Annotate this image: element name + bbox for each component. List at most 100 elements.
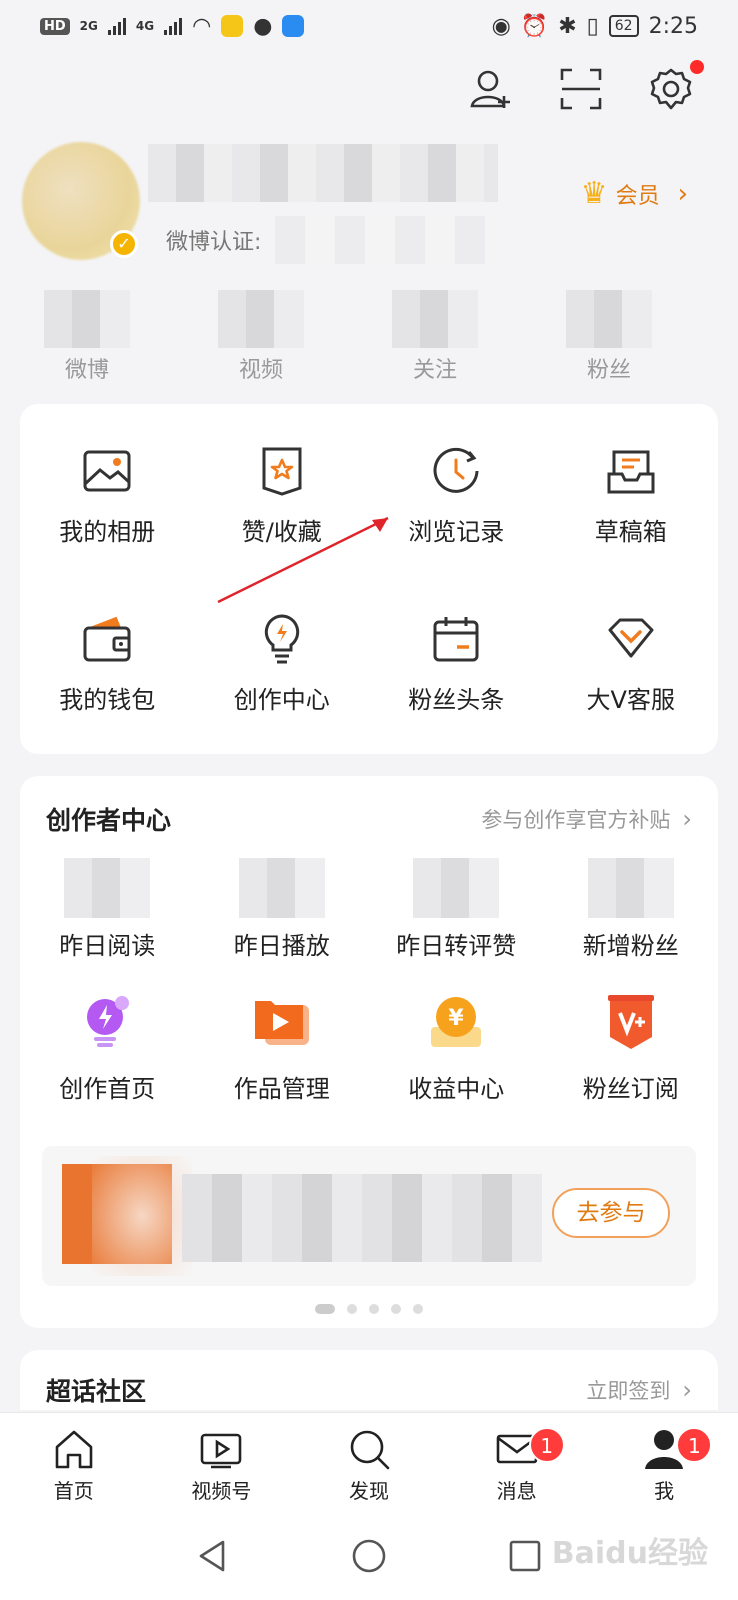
chevron-right-icon: › — [677, 178, 688, 209]
stat-value-blurred — [566, 290, 652, 348]
add-friend-icon[interactable] — [468, 66, 514, 112]
carousel-dot[interactable] — [315, 1304, 335, 1314]
tool-drafts[interactable]: 草稿箱 — [544, 404, 719, 572]
wallet-icon — [83, 616, 131, 662]
stat-value-blurred — [218, 290, 304, 348]
chevron-right-icon: › — [682, 805, 692, 833]
chevron-right-icon: › — [682, 1376, 692, 1404]
metric-play[interactable]: 昨日播放 — [195, 858, 370, 961]
tool-bigv-service[interactable]: 大V客服 — [544, 572, 719, 740]
stat-video[interactable]: 视频 — [174, 290, 348, 384]
metric-read[interactable]: 昨日阅读 — [20, 858, 195, 961]
metric-label: 昨日阅读 — [59, 932, 156, 960]
profile-header: ✓ 微博认证: ♛ 会员 › 微博 视频 关注 粉丝 — [0, 130, 738, 390]
crown-icon: ♛ — [580, 176, 608, 211]
stat-label: 关注 — [412, 358, 457, 383]
bluetooth-icon: ✱ — [558, 13, 577, 39]
vip-label: 会员 — [615, 183, 660, 209]
tool-label: 我的钱包 — [59, 686, 156, 714]
tool-wallet[interactable]: 我的钱包 — [20, 572, 195, 740]
home-icon — [55, 1430, 93, 1469]
album-icon — [83, 450, 131, 492]
creator-home-icon — [87, 996, 130, 1047]
tool-label: 粉丝头条 — [408, 686, 505, 714]
ctool-label: 作品管理 — [233, 1075, 330, 1103]
metric-engagement[interactable]: 昨日转评赞 — [369, 858, 544, 961]
carousel-dot[interactable] — [347, 1304, 357, 1314]
history-icon — [433, 447, 479, 493]
top-actions — [468, 60, 704, 112]
super-topic-card: 超话社区 立即签到 › — [20, 1350, 718, 1410]
tool-label: 我的相册 — [59, 518, 156, 546]
ctool-income[interactable]: ¥ 收益中心 — [369, 991, 544, 1104]
tab-label: 发现 — [348, 1479, 389, 1503]
battery-level: 62 — [608, 15, 639, 37]
verify-row: 微博认证: — [166, 216, 496, 264]
tab-discover[interactable]: 发现 — [295, 1413, 443, 1512]
baidu-watermark: Baidu经验 — [551, 1536, 708, 1571]
bulb-icon — [264, 614, 299, 664]
tool-label: 草稿箱 — [594, 518, 667, 546]
ctool-subscribe[interactable]: 粉丝订阅 — [544, 991, 719, 1104]
promo-banner[interactable]: 去参与 — [42, 1146, 696, 1286]
tab-messages[interactable]: 消息 1 — [443, 1413, 591, 1512]
metric-label: 昨日转评赞 — [396, 932, 517, 960]
stat-label: 微博 — [64, 358, 109, 383]
carousel-dot[interactable] — [413, 1304, 423, 1314]
stat-weibo[interactable]: 微博 — [0, 290, 174, 384]
creator-more-label: 参与创作享官方补贴 — [481, 808, 671, 832]
creator-more-link[interactable]: 参与创作享官方补贴 › — [481, 804, 692, 834]
unread-badge: 1 — [528, 1427, 565, 1463]
tab-home[interactable]: 首页 — [0, 1413, 148, 1512]
metric-new-fans[interactable]: 新增粉丝 — [544, 858, 719, 961]
alarm-icon: ⏰ — [520, 13, 549, 39]
eye-icon: ◉ — [491, 13, 511, 39]
diamond-icon — [608, 618, 654, 658]
super-header: 超话社区 立即签到 › — [20, 1350, 718, 1412]
ctool-works[interactable]: 作品管理 — [195, 991, 370, 1104]
net-4g: 4G — [135, 19, 155, 33]
join-button[interactable]: 去参与 — [552, 1188, 670, 1238]
stat-followers[interactable]: 粉丝 — [522, 290, 696, 384]
creator-metrics: 昨日阅读 昨日播放 昨日转评赞 新增粉丝 — [20, 858, 718, 961]
signal-icon — [164, 17, 183, 35]
tool-label: 浏览记录 — [408, 518, 505, 546]
subscribe-icon — [607, 995, 654, 1049]
tool-label: 创作中心 — [233, 686, 330, 714]
recents-icon[interactable] — [507, 1538, 543, 1574]
tab-video[interactable]: 视频号 — [148, 1413, 296, 1512]
creator-tools: 创作首页 作品管理 ¥ 收益中心 粉丝订阅 — [20, 991, 718, 1104]
vibrate-icon: ▯ — [586, 13, 599, 39]
metric-value-blurred — [238, 858, 325, 918]
banner-image-blur — [92, 1156, 192, 1276]
home-circle-icon[interactable] — [351, 1538, 387, 1574]
back-icon[interactable] — [195, 1538, 231, 1574]
calendar-icon — [433, 617, 479, 662]
metric-label: 昨日播放 — [233, 932, 330, 960]
tab-me[interactable]: 我 1 — [590, 1413, 738, 1512]
stat-following[interactable]: 关注 — [348, 290, 522, 384]
carousel-dot[interactable] — [369, 1304, 379, 1314]
settings-gear-icon[interactable] — [648, 60, 704, 112]
signal-icon — [107, 17, 126, 35]
status-left: HD 2G 4G ◠ ● — [40, 14, 305, 39]
scan-icon[interactable] — [558, 66, 604, 112]
tab-label: 首页 — [53, 1479, 94, 1503]
ctool-creator-home[interactable]: 创作首页 — [20, 991, 195, 1104]
carousel-dot[interactable] — [391, 1304, 401, 1314]
tool-album[interactable]: 我的相册 — [20, 404, 195, 572]
hd-badge: HD — [40, 17, 70, 35]
super-title: 超话社区 — [46, 1377, 147, 1406]
tab-label: 消息 — [496, 1479, 537, 1503]
search-icon — [350, 1430, 390, 1470]
vip-entry[interactable]: ♛ 会员 › — [581, 176, 688, 211]
bottom-tabbar: 首页 视频号 发现 消息 1 我 1 — [0, 1412, 738, 1512]
verify-blurred — [275, 216, 496, 264]
status-right: ◉ ⏰ ✱ ▯ 62 2:25 — [492, 14, 698, 39]
metric-label: 新增粉丝 — [582, 932, 679, 960]
verified-badge-icon: ✓ — [110, 230, 138, 258]
works-icon — [254, 1001, 309, 1045]
checkin-link[interactable]: 立即签到 › — [586, 1375, 692, 1405]
ctool-label: 收益中心 — [408, 1075, 505, 1103]
app-icon — [282, 15, 305, 37]
